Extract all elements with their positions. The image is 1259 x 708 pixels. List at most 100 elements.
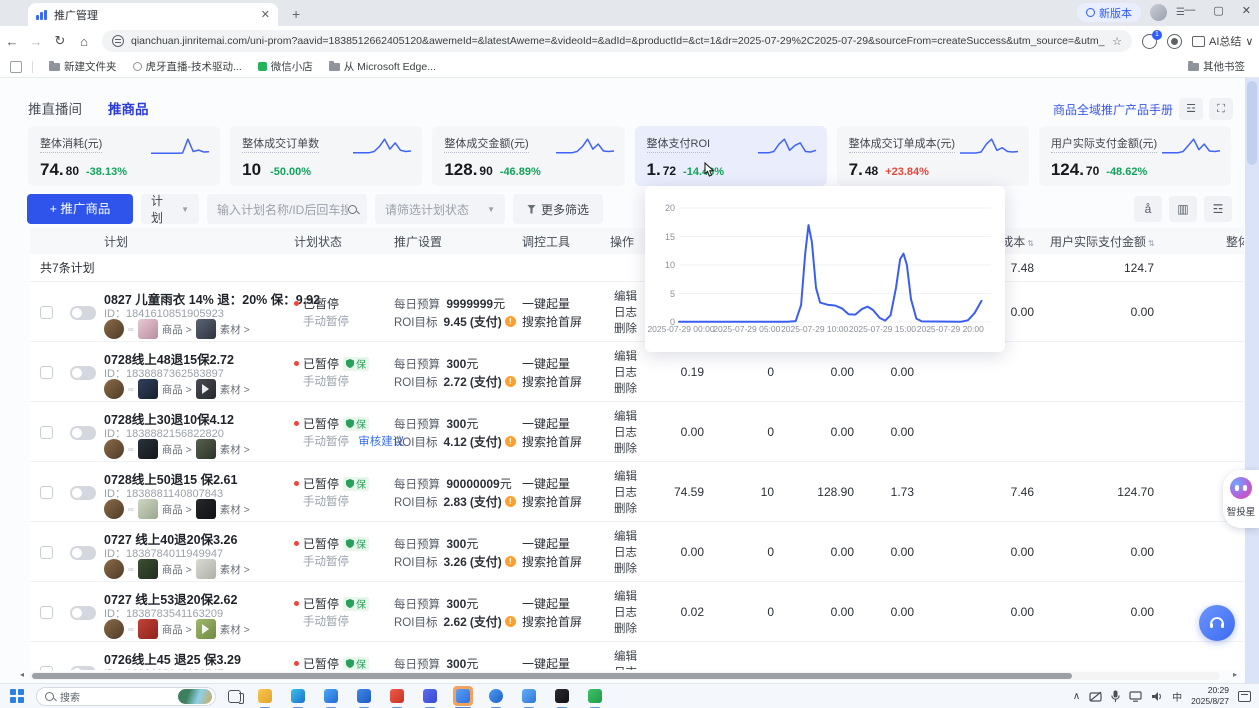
site-info-icon[interactable]: [112, 35, 124, 47]
new-version-badge[interactable]: 新版本: [1077, 3, 1141, 22]
ai-summary-button[interactable]: AI总结 ∨: [1192, 33, 1253, 49]
row-toggle[interactable]: [70, 546, 96, 560]
customer-service-button[interactable]: [1199, 605, 1235, 641]
row-checkbox[interactable]: [40, 426, 53, 439]
one-key-boost-link[interactable]: 一键起量: [522, 475, 570, 492]
material-thumbnail[interactable]: [196, 439, 216, 459]
metric-card[interactable]: 整体成交订单成本(元) 7. 48 +23.84%: [837, 126, 1029, 186]
warning-icon[interactable]: !: [505, 436, 516, 447]
metric-card[interactable]: 整体成交订单数 10 -50.00%: [230, 126, 422, 186]
material-thumbnail[interactable]: [196, 319, 216, 339]
notification-icon[interactable]: 1: [1142, 34, 1157, 49]
col-overall-cut[interactable]: 整体: [1170, 233, 1244, 250]
material-link[interactable]: 素材 >: [220, 622, 250, 637]
product-link[interactable]: 商品 >: [162, 322, 192, 337]
new-tab-button[interactable]: +: [292, 6, 300, 22]
warning-icon[interactable]: !: [505, 316, 516, 327]
product-manual-link[interactable]: 商品全域推广产品手册: [1053, 101, 1173, 118]
browser-profile-avatar[interactable]: [1150, 4, 1167, 21]
metric-card[interactable]: 用户实际支付金额(元) 124. 70 -48.62%: [1039, 126, 1231, 186]
scroll-right-arrow[interactable]: ▸: [1233, 670, 1237, 679]
col-plan[interactable]: 计划: [104, 233, 294, 250]
taskbar-app-qianchuan-active[interactable]: [453, 686, 473, 706]
touchpad-off-icon[interactable]: [1089, 691, 1102, 702]
material-link[interactable]: 素材 >: [220, 442, 250, 457]
one-key-boost-link[interactable]: 一键起量: [522, 535, 570, 552]
product-thumbnail[interactable]: [138, 439, 158, 459]
edit-link[interactable]: 编辑: [614, 348, 637, 364]
taskbar-app-outlook[interactable]: [354, 686, 374, 706]
warning-icon[interactable]: !: [505, 496, 516, 507]
material-thumbnail[interactable]: [196, 559, 216, 579]
network-display-icon[interactable]: [1129, 691, 1142, 702]
taskbar-app-microsoft-store[interactable]: [321, 686, 341, 706]
window-minimize-button[interactable]: —: [1184, 4, 1195, 17]
row-toggle[interactable]: [70, 306, 96, 320]
scroll-left-arrow[interactable]: ◂: [20, 670, 24, 679]
material-thumbnail[interactable]: [196, 619, 216, 639]
fullscreen-icon[interactable]: ⛶: [1209, 98, 1233, 120]
product-thumbnail[interactable]: [138, 499, 158, 519]
microphone-icon[interactable]: [1111, 690, 1120, 702]
product-link[interactable]: 商品 >: [162, 562, 192, 577]
bookmark-item[interactable]: 微信小店: [258, 59, 313, 74]
tab-products[interactable]: 推商品: [108, 98, 149, 118]
back-button[interactable]: ←: [0, 34, 24, 49]
bookmark-item[interactable]: 从 Microsoft Edge...: [329, 59, 436, 74]
product-thumbnail[interactable]: [138, 379, 158, 399]
page-scrollbar[interactable]: [1245, 78, 1259, 683]
other-bookmarks[interactable]: 其他书签: [1188, 59, 1245, 74]
taskbar-app-emulator-app[interactable]: [519, 686, 539, 706]
table-settings-icon[interactable]: ☲: [1204, 196, 1232, 222]
notification-center-icon[interactable]: [1238, 691, 1251, 702]
edit-link[interactable]: 编辑: [614, 648, 637, 664]
row-checkbox[interactable]: [40, 546, 53, 559]
assistant-widget[interactable]: 智投星: [1223, 470, 1259, 528]
edit-link[interactable]: 编辑: [614, 408, 637, 424]
product-thumbnail[interactable]: [138, 619, 158, 639]
taskbar-search[interactable]: 搜索: [36, 687, 216, 706]
speaker-icon[interactable]: [1151, 691, 1163, 702]
row-checkbox[interactable]: [40, 306, 53, 319]
tab-close-icon[interactable]: ✕: [261, 8, 270, 21]
delete-link[interactable]: 删除: [614, 560, 637, 576]
row-toggle[interactable]: [70, 366, 96, 380]
tab-live-room[interactable]: 推直播间: [28, 98, 82, 118]
home-button[interactable]: ⌂: [72, 34, 96, 49]
taskbar-app-douyin[interactable]: [552, 686, 572, 706]
edit-link[interactable]: 编辑: [614, 468, 637, 484]
start-button[interactable]: [10, 689, 24, 703]
row-toggle[interactable]: [70, 666, 96, 670]
col-tools[interactable]: 调控工具: [522, 233, 610, 250]
window-maximize-button[interactable]: ▢: [1213, 4, 1223, 17]
log-link[interactable]: 日志: [614, 544, 637, 560]
more-filters-button[interactable]: 更多筛选: [513, 194, 603, 224]
search-top-screen-link[interactable]: 搜索抢首屏: [522, 373, 582, 390]
one-key-boost-link[interactable]: 一键起量: [522, 655, 570, 670]
row-checkbox[interactable]: [40, 666, 53, 670]
row-checkbox[interactable]: [40, 366, 53, 379]
forward-button[interactable]: →: [24, 34, 48, 49]
taskbar-app-file-explorer[interactable]: [255, 686, 275, 706]
sort-icon[interactable]: ⇅: [1027, 239, 1034, 248]
scrollbar-thumb[interactable]: [32, 673, 1072, 679]
search-top-screen-link[interactable]: 搜索抢首屏: [522, 613, 582, 630]
warning-icon[interactable]: !: [505, 616, 516, 627]
col-user-pay[interactable]: 用户实际支付金额⇅: [1050, 233, 1170, 250]
delete-link[interactable]: 删除: [614, 380, 637, 396]
one-key-boost-link[interactable]: 一键起量: [522, 355, 570, 372]
delete-link[interactable]: 删除: [614, 500, 637, 516]
col-status[interactable]: 计划状态: [294, 233, 394, 250]
plan-search-input[interactable]: 输入计划名称/ID后回车搜索: [207, 194, 367, 224]
taskbar-app-wechat[interactable]: [585, 686, 605, 706]
log-link[interactable]: 日志: [614, 364, 637, 380]
one-key-boost-link[interactable]: 一键起量: [522, 415, 570, 432]
search-top-screen-link[interactable]: 搜索抢首屏: [522, 433, 582, 450]
bookmark-item[interactable]: 虎牙直播-技术驱动...: [133, 59, 242, 74]
browser-tab[interactable]: 推广管理 ✕: [28, 3, 278, 26]
delete-link[interactable]: 删除: [614, 620, 637, 636]
taskbar-app-meeting-app[interactable]: [420, 686, 440, 706]
metric-card[interactable]: 整体成交金额(元) 128. 90 -46.89%: [432, 126, 624, 186]
horizontal-scrollbar[interactable]: [30, 672, 1220, 680]
edit-link[interactable]: 编辑: [614, 588, 637, 604]
